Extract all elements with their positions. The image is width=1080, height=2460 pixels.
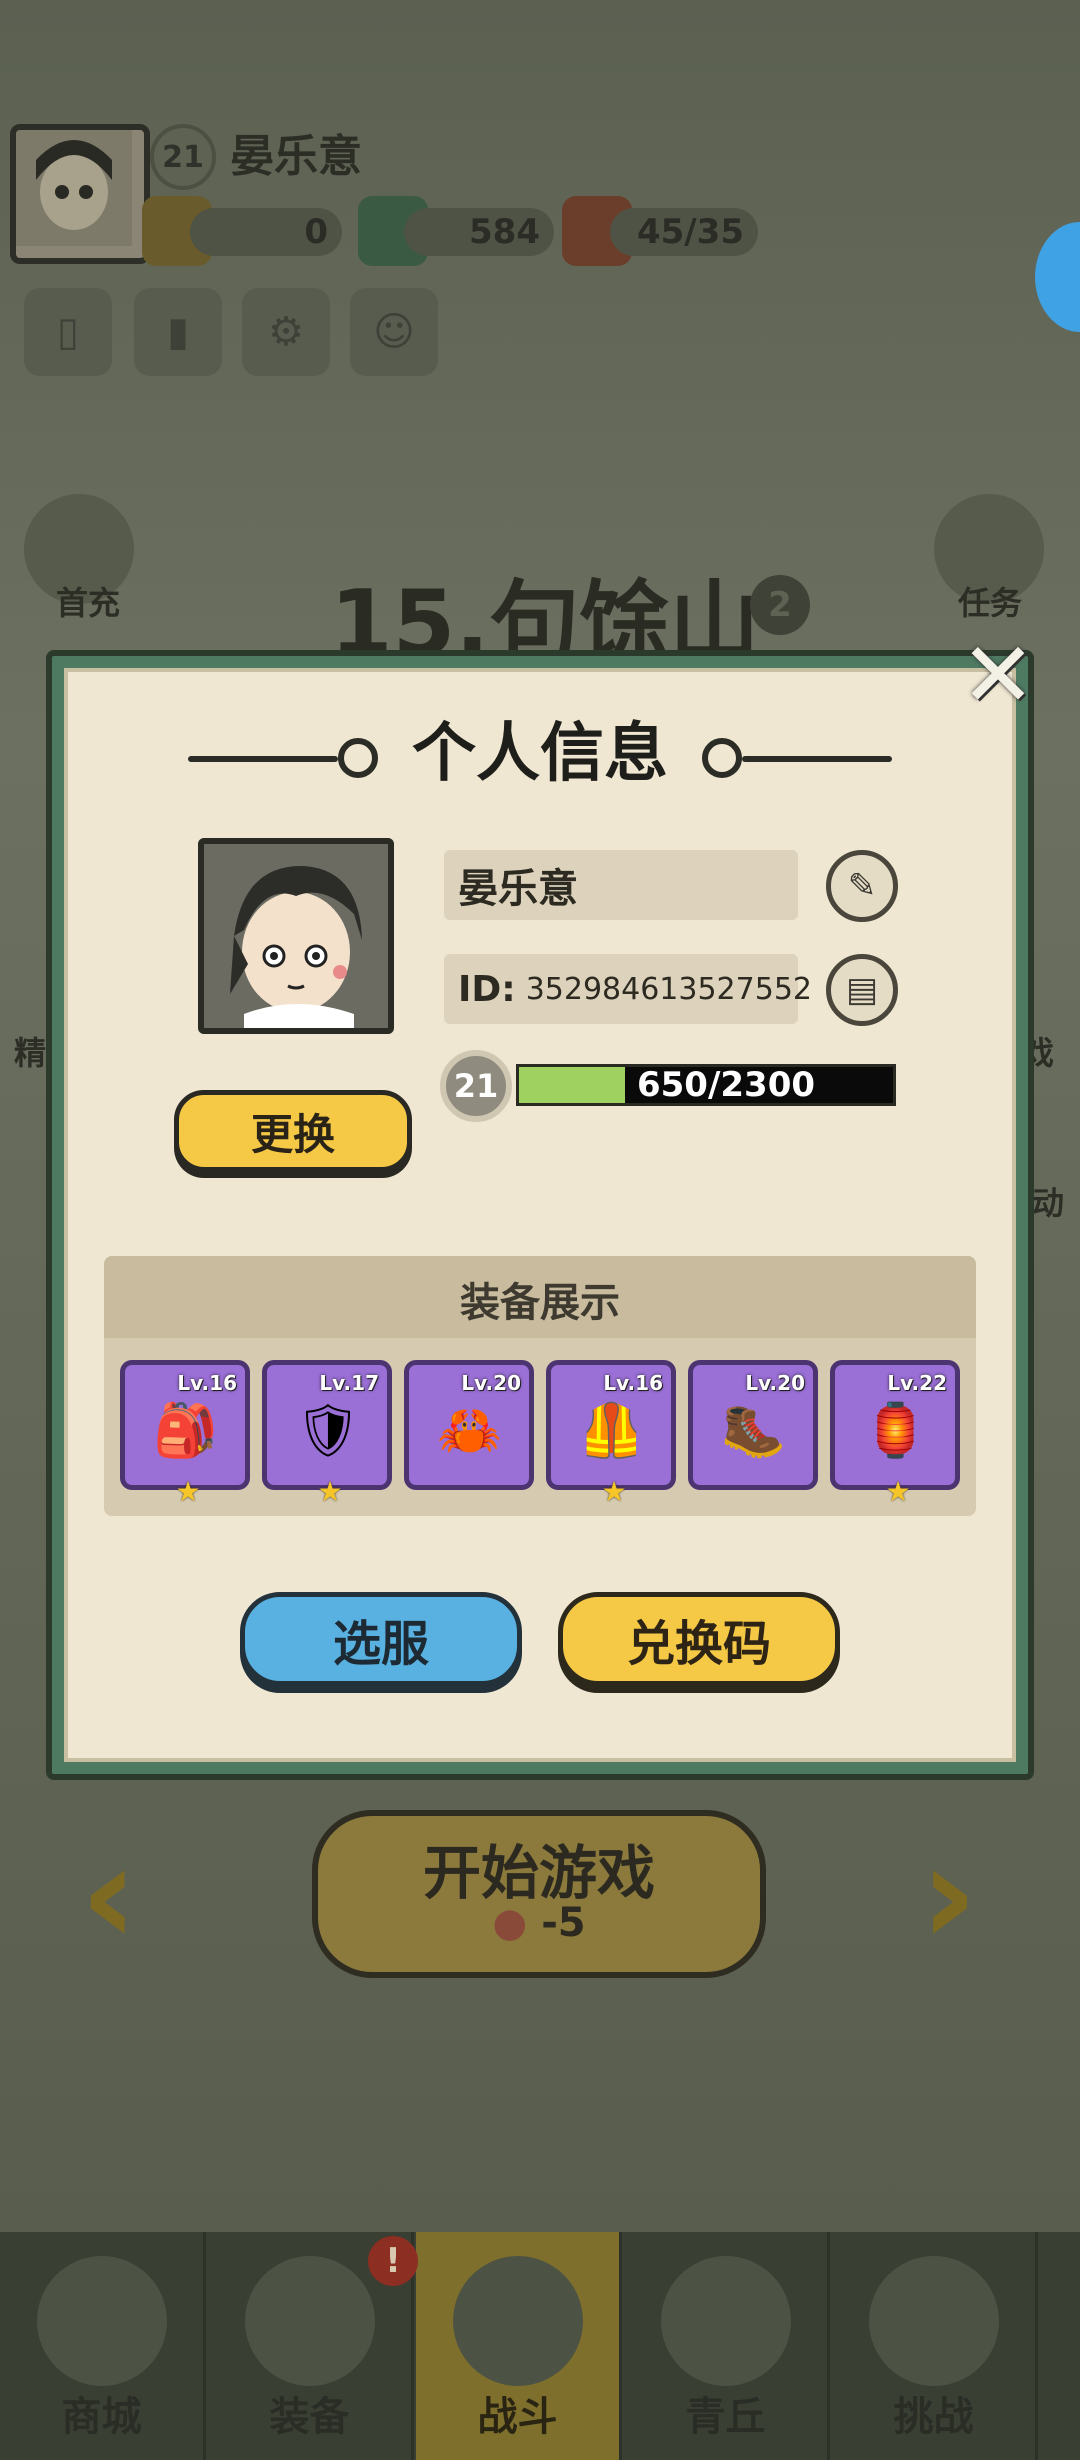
nav-tab-4[interactable]: 挑战 [832,2232,1038,2460]
ranking-icon[interactable]: ▮ [134,288,222,376]
side-label-left: 精 [14,1034,47,1072]
player-id-field: ID: 352984613527552 [444,954,812,1024]
equipment-level: Lv.16 [603,1371,663,1395]
prev-stage-arrow-icon[interactable]: ‹ [80,1826,138,1966]
side-label-right-2: 动 [1032,1184,1065,1222]
next-stage-arrow-icon[interactable]: › [920,1826,978,1966]
dialog-title: 个人信息 [412,717,668,791]
equipment-slot[interactable]: Lv.22 🏮 ★ [830,1360,960,1507]
nav-tab-icon [452,2256,583,2386]
equipment-title: 装备展示 [460,1280,620,1326]
settings-icon[interactable]: ⚙ [242,288,330,376]
player-portrait [198,838,394,1034]
equipment-star-icon: ★ [175,1475,201,1508]
hud-player-name: 晏乐意 [230,131,362,182]
title-decoration-right [742,756,892,762]
equipment-slot[interactable]: Lv.16 🎒 ★ [120,1360,250,1507]
hud-level-badge: 21 [150,124,216,190]
profile-dialog [64,668,1016,1762]
friends-icon[interactable]: ☺ [350,288,438,376]
equipment-item-icon: 🦀 [437,1401,502,1461]
equipment-item-icon: 🏮 [863,1401,928,1461]
equipment-slot[interactable]: Lv.17 🛡 ★ [262,1360,392,1507]
ticket-count: 0 [190,208,342,256]
nav-tab-0[interactable]: 商城 [0,2232,206,2460]
nav-tab-3[interactable]: 青丘 [624,2232,830,2460]
equipment-star-icon: ★ [317,1475,343,1508]
nav-tab-label: 战斗 [477,2394,558,2440]
nav-tab-label: 青丘 [685,2394,766,2440]
edit-name-button[interactable]: ✎ [826,850,898,922]
id-label: ID: [458,968,516,1010]
equipment-level: Lv.20 [461,1371,521,1395]
title-decoration-left [188,756,338,762]
card-icon[interactable]: ▯ [24,288,112,376]
nav-tab-label: 挑战 [893,2394,974,2440]
first-recharge-label: 首充 [56,584,121,622]
hud-avatar[interactable] [10,124,150,264]
equipment-star-icon: ★ [601,1475,627,1508]
change-avatar-button[interactable]: 更换 [174,1090,412,1172]
close-button[interactable]: ✕ [958,631,1038,721]
nav-tab-icon [660,2256,791,2386]
title-knot-right [702,738,742,778]
nav-tab-icon [36,2256,167,2386]
equipment-level: Lv.16 [177,1371,237,1395]
equipment-item-icon: 🎒 [153,1401,218,1461]
player-name-field: 晏乐意 [444,850,798,920]
player-level-badge: 21 [440,1050,512,1122]
nav-tab-icon [244,2256,375,2386]
start-game-label: 开始游戏 [422,1839,655,1907]
redeem-code-button[interactable]: 兑换码 [558,1592,840,1686]
brush-icon: ✎ [847,866,877,906]
equipment-level: Lv.22 [887,1371,947,1395]
peach-cost-icon: ● [492,1900,528,1946]
equipment-item-icon: 🛡 [295,1401,362,1461]
equipment-slot[interactable]: Lv.20 🦀 [404,1360,534,1490]
stage-badge: 2 [750,575,810,635]
exp-bar: 650/2300 [516,1064,896,1106]
tasks-label: 任务 [958,584,1023,622]
copy-id-button[interactable]: ▤ [826,954,898,1026]
copy-icon: ▤ [845,970,879,1010]
nav-tab-icon [868,2256,999,2386]
jade-count: 584 [404,208,554,256]
id-value: 352984613527552 [525,971,812,1007]
equipment-alert-badge: ! [368,2236,418,2286]
equipment-item-icon: 🦺 [579,1401,644,1461]
start-game-cost: ● -5 [312,1900,766,1946]
equipment-level: Lv.20 [745,1371,805,1395]
equipment-slot[interactable]: Lv.20 🥾 [688,1360,818,1490]
equipment-level: Lv.17 [319,1371,379,1395]
nav-tab-label: 商城 [61,2394,142,2440]
equipment-slot[interactable]: Lv.16 🦺 ★ [546,1360,676,1507]
nav-tab-2[interactable]: 战斗 [416,2232,622,2460]
exp-text: 650/2300 [636,1065,816,1105]
stamina-count: 45/35 [610,208,758,256]
equipment-star-icon: ★ [885,1475,911,1508]
nav-tab-label: 装备 [269,2394,350,2440]
start-cost-value: -5 [541,1900,586,1946]
equipment-item-icon: 🥾 [721,1401,786,1461]
select-server-button[interactable]: 选服 [240,1592,522,1686]
